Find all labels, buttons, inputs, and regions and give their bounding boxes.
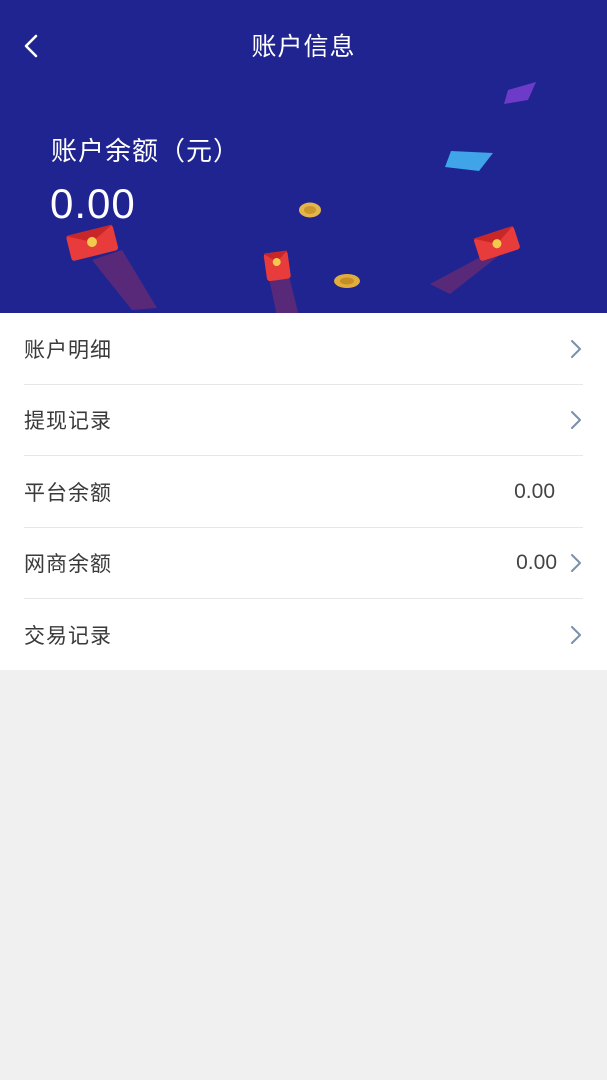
balance-label: 账户余额（元） <box>51 137 241 167</box>
menu-item-account-details[interactable]: 账户明细 <box>24 314 583 385</box>
red-envelope-icon <box>263 250 299 313</box>
gold-coin-icon <box>334 274 360 288</box>
chevron-right-icon <box>571 554 581 572</box>
menu-item-platform-balance: 平台余额 0.00 <box>24 457 583 528</box>
menu-item-label: 网商余额 <box>24 552 112 576</box>
account-header: 账户信息 账户余额（元） 0.00 <box>0 0 607 313</box>
mybank-balance-value: 0.00 <box>516 551 557 574</box>
red-envelope-icon <box>430 225 520 294</box>
chevron-right-icon <box>571 625 581 644</box>
account-menu: 账户明细 提现记录 平台余额 0.00 网商余额 0.00 交易记录 <box>0 313 607 670</box>
menu-item-transaction-records[interactable]: 交易记录 <box>24 599 583 670</box>
platform-balance-value: 0.00 <box>514 480 555 503</box>
menu-item-mybank-balance[interactable]: 网商余额 0.00 <box>24 528 583 599</box>
flying-paper-icon <box>504 82 536 104</box>
red-envelope-icon <box>65 224 157 310</box>
page-title: 账户信息 <box>251 32 356 61</box>
flying-paper-icon <box>445 151 493 171</box>
menu-item-withdrawal-records[interactable]: 提现记录 <box>24 385 583 456</box>
menu-item-label: 交易记录 <box>24 623 112 648</box>
gold-coin-icon <box>299 202 321 218</box>
chevron-right-icon <box>571 340 581 358</box>
menu-item-label: 提现记录 <box>24 409 112 433</box>
chevron-right-icon <box>571 411 581 429</box>
menu-item-label: 平台余额 <box>24 481 112 505</box>
menu-item-label: 账户明细 <box>24 338 112 362</box>
